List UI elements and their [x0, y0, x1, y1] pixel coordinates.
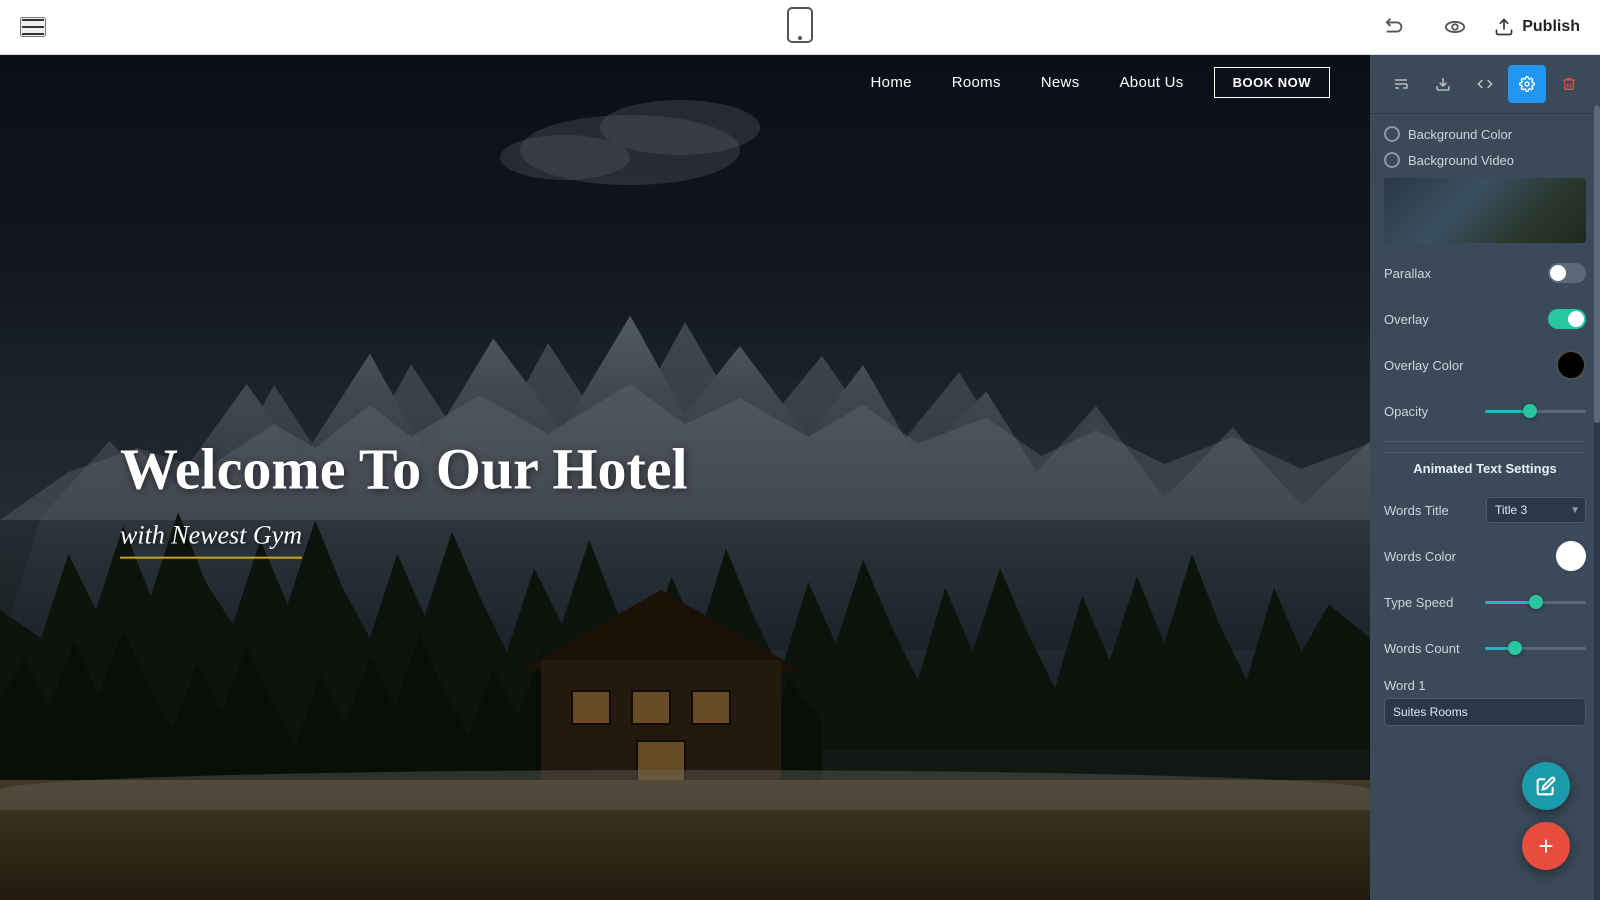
trash-icon	[1561, 76, 1577, 92]
overlay-color-label: Overlay Color	[1384, 358, 1556, 373]
preview-button[interactable]	[1434, 10, 1476, 44]
word1-label: Word 1	[1384, 678, 1586, 693]
bg-color-radio[interactable]	[1384, 126, 1400, 142]
nav-rooms[interactable]: Rooms	[952, 74, 1001, 91]
thumb-inner	[1384, 178, 1586, 243]
undo-button[interactable]	[1374, 10, 1416, 44]
publish-button[interactable]: Publish	[1494, 17, 1580, 37]
phone-icon	[786, 6, 814, 44]
hero-nav: Home Rooms News About Us BOOK NOW	[0, 55, 1370, 110]
download-button[interactable]	[1424, 65, 1462, 103]
add-icon: +	[1538, 833, 1553, 859]
words-count-row: Words Count	[1384, 632, 1586, 664]
word1-input[interactable]	[1384, 698, 1586, 726]
words-title-select[interactable]: Title 1 Title 2 Title 3 Title 4	[1486, 497, 1586, 523]
section-divider-1	[1384, 441, 1586, 442]
overlay-color-row: Overlay Color	[1384, 349, 1586, 381]
main-area: Home Rooms News About Us BOOK NOW Welcom…	[0, 55, 1600, 900]
type-speed-slider-container	[1485, 601, 1586, 604]
words-color-swatch[interactable]	[1556, 541, 1586, 571]
word1-section: Word 1	[1384, 678, 1586, 730]
hero-title: Welcome To Our Hotel	[120, 436, 688, 503]
bg-color-row: Background Color	[1384, 126, 1586, 142]
opacity-slider-track[interactable]	[1485, 410, 1586, 413]
eye-icon	[1444, 16, 1466, 38]
trash-button[interactable]	[1550, 65, 1588, 103]
words-color-row: Words Color	[1384, 540, 1586, 572]
publish-label: Publish	[1522, 18, 1580, 36]
add-fab-button[interactable]: +	[1522, 822, 1570, 870]
settings-button[interactable]	[1508, 65, 1546, 103]
nav-home[interactable]: Home	[871, 74, 912, 91]
words-count-thumb[interactable]	[1508, 641, 1522, 655]
nav-about[interactable]: About Us	[1120, 74, 1184, 91]
words-count-slider-track[interactable]	[1485, 647, 1586, 650]
settings-icon	[1519, 76, 1535, 92]
words-title-label: Words Title	[1384, 503, 1486, 518]
edit-fab-button[interactable]	[1522, 762, 1570, 810]
opacity-label: Opacity	[1384, 404, 1485, 419]
panel-scrollbar[interactable]	[1594, 105, 1600, 900]
type-speed-row: Type Speed	[1384, 586, 1586, 618]
pencil-icon	[1536, 776, 1556, 796]
fab-container: +	[1522, 762, 1570, 870]
panel-scrollbar-thumb	[1594, 105, 1600, 423]
parallax-thumb	[1550, 265, 1566, 281]
sort-button[interactable]	[1382, 65, 1420, 103]
upload-icon	[1494, 17, 1514, 37]
hero-section: Home Rooms News About Us BOOK NOW Welcom…	[0, 55, 1370, 900]
opacity-slider-thumb[interactable]	[1523, 404, 1537, 418]
type-speed-thumb[interactable]	[1529, 595, 1543, 609]
type-speed-slider-track[interactable]	[1485, 601, 1586, 604]
parallax-toggle[interactable]	[1548, 263, 1586, 283]
code-icon	[1477, 76, 1493, 92]
parallax-label: Parallax	[1384, 266, 1548, 281]
undo-icon	[1384, 16, 1406, 38]
toolbar-right: Publish	[1374, 10, 1580, 44]
bg-video-label: Background Video	[1408, 153, 1586, 168]
bg-color-label: Background Color	[1408, 127, 1586, 142]
opacity-slider-container	[1485, 410, 1586, 413]
overlay-color-swatch[interactable]	[1556, 350, 1586, 380]
words-color-label: Words Color	[1384, 549, 1556, 564]
words-title-select-wrapper: Title 1 Title 2 Title 3 Title 4 ▼	[1486, 497, 1586, 523]
overlay-row: Overlay	[1384, 303, 1586, 335]
download-icon	[1435, 76, 1451, 92]
nav-book-now[interactable]: BOOK NOW	[1214, 67, 1330, 98]
hero-subtitle: with Newest Gym	[120, 521, 302, 559]
toolbar-left	[20, 17, 46, 37]
bg-thumbnail[interactable]	[1384, 178, 1586, 243]
words-count-slider-container	[1485, 647, 1586, 650]
overlay-toggle[interactable]	[1548, 309, 1586, 329]
hero-content: Welcome To Our Hotel with Newest Gym	[120, 436, 688, 559]
words-title-row: Words Title Title 1 Title 2 Title 3 Titl…	[1384, 494, 1586, 526]
toolbar-center	[786, 6, 814, 49]
nav-news[interactable]: News	[1041, 74, 1080, 91]
toolbar: Publish	[0, 0, 1600, 55]
opacity-row: Opacity	[1384, 395, 1586, 427]
words-count-label: Words Count	[1384, 641, 1485, 656]
code-button[interactable]	[1466, 65, 1504, 103]
type-speed-label: Type Speed	[1384, 595, 1485, 610]
bg-video-radio[interactable]	[1384, 152, 1400, 168]
overlay-thumb	[1568, 311, 1584, 327]
panel-toolbar	[1370, 55, 1600, 114]
bg-video-row: Background Video	[1384, 152, 1586, 168]
animated-text-header: Animated Text Settings	[1384, 452, 1586, 486]
menu-button[interactable]	[20, 17, 46, 37]
overlay-label: Overlay	[1384, 312, 1548, 327]
sort-icon	[1393, 76, 1409, 92]
parallax-row: Parallax	[1384, 257, 1586, 289]
